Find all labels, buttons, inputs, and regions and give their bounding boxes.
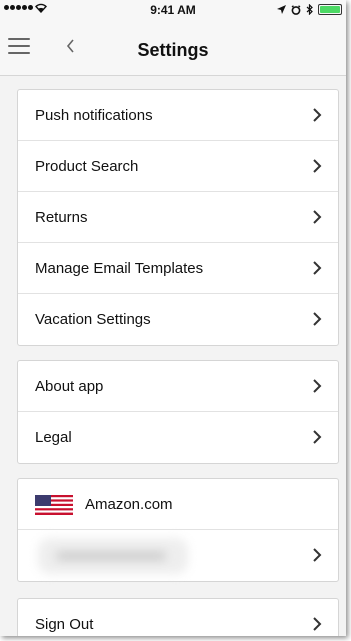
sign-out-label: Sign Out: [35, 616, 94, 633]
row-label: About app: [35, 378, 104, 395]
sign-out-button[interactable]: Sign Out: [18, 599, 338, 636]
redacted-account-name: [38, 538, 188, 574]
bluetooth-icon: [306, 4, 313, 15]
setting-product-search[interactable]: Product Search: [18, 141, 338, 192]
chevron-right-icon: [313, 312, 322, 326]
battery-icon: [318, 4, 342, 15]
app-screen: 9:41 AM Settings Push notifications Prod…: [0, 0, 346, 636]
chevron-right-icon: [313, 430, 322, 444]
setting-returns[interactable]: Returns: [18, 192, 338, 243]
chevron-right-icon: [313, 548, 322, 562]
setting-push-notifications[interactable]: Push notifications: [18, 90, 338, 141]
status-icons: [277, 4, 342, 15]
setting-manage-email-templates[interactable]: Manage Email Templates: [18, 243, 338, 294]
chevron-right-icon: [313, 261, 322, 275]
chevron-right-icon: [313, 379, 322, 393]
setting-about-app[interactable]: About app: [18, 361, 338, 412]
setting-legal[interactable]: Legal: [18, 412, 338, 463]
settings-card-info: About app Legal: [17, 360, 339, 464]
setting-vacation-settings[interactable]: Vacation Settings: [18, 294, 338, 345]
status-bar: 9:41 AM: [0, 0, 346, 20]
location-arrow-icon: [277, 5, 286, 14]
battery-level-fill: [320, 6, 340, 13]
row-label: Legal: [35, 429, 72, 446]
store-row: Amazon.com: [18, 479, 338, 530]
chevron-right-icon: [313, 159, 322, 173]
navigation-bar: Settings: [0, 20, 346, 76]
page-title: Settings: [137, 40, 209, 60]
row-label: Manage Email Templates: [35, 260, 204, 277]
row-label: Push notifications: [35, 107, 153, 124]
store-account-row[interactable]: [18, 530, 338, 581]
store-name: Amazon.com: [85, 496, 173, 513]
us-flag-icon: [35, 495, 73, 515]
chevron-right-icon: [313, 108, 322, 122]
alarm-icon: [291, 4, 301, 15]
sign-out-card: Sign Out: [17, 598, 339, 636]
row-label: Vacation Settings: [35, 311, 151, 328]
chevron-right-icon: [313, 210, 322, 224]
store-card: Amazon.com: [17, 478, 339, 582]
row-label: Product Search: [35, 158, 139, 175]
row-label: Returns: [35, 209, 88, 226]
settings-card-main: Push notifications Product Search Return…: [17, 89, 339, 346]
chevron-right-icon: [313, 617, 322, 631]
